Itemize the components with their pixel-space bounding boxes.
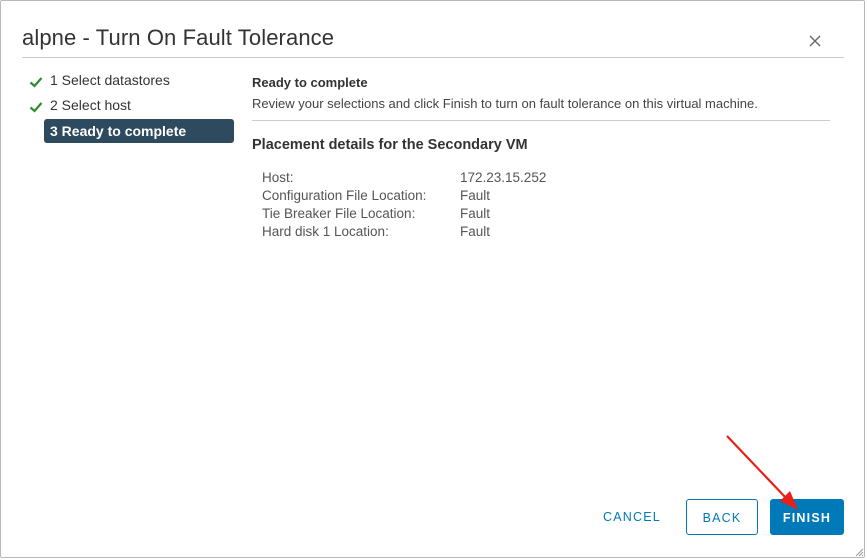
cancel-button[interactable]: CANCEL	[591, 499, 673, 535]
dialog-title: alpne - Turn On Fault Tolerance	[22, 25, 335, 50]
checkmark-icon	[29, 73, 43, 88]
placement-details: Host: 172.23.15.252 Configuration File L…	[262, 169, 830, 241]
finish-button[interactable]: FINISH	[770, 499, 844, 535]
step-select-datastores[interactable]: 1 Select datastores	[26, 69, 234, 94]
step-select-host[interactable]: 2 Select host	[26, 94, 234, 119]
step-label: 3 Ready to complete	[50, 123, 187, 139]
step-label: 1 Select datastores	[50, 72, 170, 88]
turn-on-fault-tolerance-dialog: alpne - Turn On Fault Tolerance 1 Select…	[0, 0, 865, 558]
resize-grip-icon[interactable]	[854, 547, 864, 557]
close-icon[interactable]	[807, 33, 823, 49]
detail-row-hard-disk: Hard disk 1 Location: Fault	[262, 223, 830, 241]
checkmark-icon	[29, 98, 43, 113]
detail-value: Fault	[460, 188, 491, 203]
wizard-steps: 1 Select datastores 2 Select host 3 Read…	[26, 69, 234, 143]
section-title: Ready to complete	[252, 75, 368, 90]
detail-label: Tie Breaker File Location:	[262, 206, 416, 221]
detail-label: Host:	[262, 170, 294, 185]
step-label: 2 Select host	[50, 97, 131, 113]
detail-value: Fault	[460, 224, 491, 239]
title-divider	[22, 57, 844, 58]
wizard-content: Ready to complete Review your selections…	[252, 73, 830, 241]
placement-title: Placement details for the Secondary VM	[252, 137, 528, 153]
detail-row-tie-breaker: Tie Breaker File Location: Fault	[262, 205, 830, 223]
detail-row-host: Host: 172.23.15.252	[262, 169, 830, 187]
content-divider	[252, 120, 830, 121]
detail-label: Configuration File Location:	[262, 188, 427, 203]
detail-label: Hard disk 1 Location:	[262, 224, 389, 239]
detail-value: Fault	[460, 206, 491, 221]
section-description: Review your selections and click Finish …	[252, 96, 758, 111]
detail-value: 172.23.15.252	[460, 170, 547, 185]
step-ready-to-complete[interactable]: 3 Ready to complete	[44, 119, 234, 143]
back-button[interactable]: BACK	[686, 499, 758, 535]
detail-row-config-file: Configuration File Location: Fault	[262, 187, 830, 205]
